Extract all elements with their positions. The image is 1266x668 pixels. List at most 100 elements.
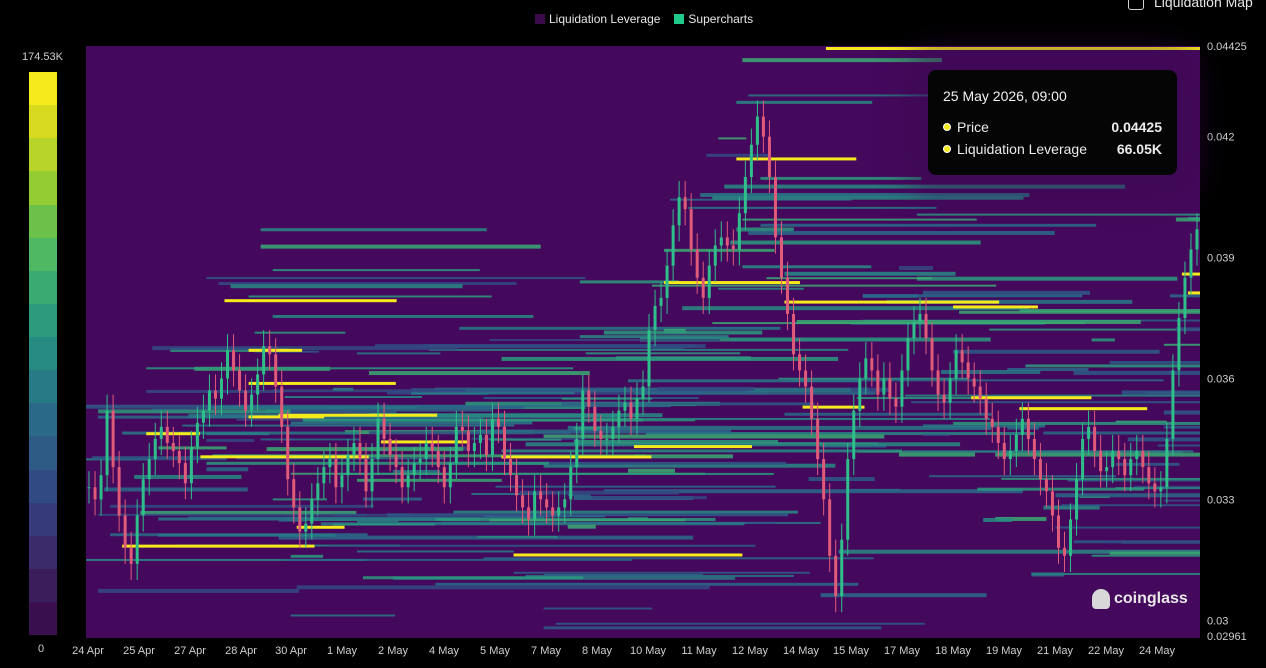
liquidation-band [730,240,981,245]
liquidation-band [1055,526,1200,529]
liquidation-band [983,517,1012,522]
liquidation-band [260,438,361,441]
liquidation-band [1091,554,1200,557]
x-axis: 24 Apr 25 Apr 27 Apr 28 Apr 30 Apr 1 May 2 May… [72,645,1175,657]
liquidation-band [700,193,1030,198]
price-candle [737,213,741,250]
liquidation-band-high [1187,291,1200,295]
liquidation-band [555,622,925,625]
price-candle [888,378,892,399]
x-tick-label: 7 May [531,645,561,657]
liquidation-band [916,213,1200,216]
liquidation-band [1121,390,1200,395]
price-candle [984,398,988,419]
price-candle [822,459,826,500]
price-candle [286,426,290,480]
liquidation-band-high [248,381,396,385]
liquidation-band-high [513,553,743,557]
liquidation-band [820,593,987,598]
liquidation-band [98,409,291,414]
liquidation-band [182,424,515,427]
price-candle [599,430,603,439]
price-candle [593,406,597,431]
price-candle [503,426,507,460]
price-candle [99,475,103,500]
price-candle [1177,318,1181,371]
price-candle [358,442,362,460]
liquidation-band [742,265,872,269]
x-tick-label: 25 Apr [123,645,155,657]
liquidation-band [1127,437,1200,442]
liquidation-band [585,352,741,355]
x-tick-label: 21 May [1037,645,1074,657]
liquidation-band [748,230,1055,235]
liquidation-band-high [122,544,315,548]
dot-icon [943,123,951,131]
liquidation-band [1061,504,1200,507]
price-candle [274,354,278,387]
liquidation-band [98,588,300,593]
x-tick-label: 14 May [783,645,820,657]
liquidation-band [326,544,756,547]
price-candle [454,426,458,464]
x-tick-label: 10 May [630,645,667,657]
price-candle [171,442,175,452]
x-tick-label: 24 Apr [72,645,104,657]
liquidation-band [248,295,492,298]
liquidation-band [916,276,1178,281]
price-candle [876,370,880,395]
price-candle [436,451,440,468]
price-candle [280,386,284,427]
price-candle [575,438,579,468]
liquidation-band [206,438,255,442]
x-tick-label: 18 May [935,645,972,657]
price-candle [1099,451,1103,472]
price-candle [460,426,464,431]
y-tick-label: 0.036 [1207,373,1235,385]
price-candle [605,438,609,440]
y-tick-label: 0.042 [1207,132,1235,144]
liquidation-band [923,433,950,436]
price-candle [749,144,753,177]
price-candle [1069,519,1073,556]
price-candle [689,209,693,250]
price-candle [496,418,500,427]
liquidation-band [1163,499,1200,502]
x-tick-label: 30 Apr [275,645,307,657]
liquidation-band [158,533,336,537]
price-candle [153,438,157,460]
liquidation-band [206,277,586,280]
y-tick-label: 0.02961 [1207,631,1247,643]
price-candle [424,442,428,460]
dot-icon [943,145,951,153]
liquidation-band [766,277,932,280]
price-candle [1093,426,1097,452]
price-candle [960,350,964,363]
price-candle [719,237,723,246]
liquidation-band [146,367,574,370]
price-candle [466,430,470,452]
price-candle [1038,459,1042,480]
price-candle [677,197,681,226]
liquidation-band-high [784,300,1000,304]
price-candle [400,467,404,488]
liquidation-band [290,554,324,558]
price-candle [665,265,669,298]
price-candle [310,499,314,524]
price-candle [322,467,326,484]
price-candle [370,459,374,492]
price-candle [527,507,531,520]
x-tick-label: 19 May [986,645,1023,657]
liquidation-band [489,519,686,522]
price-candle [515,475,519,496]
liquidation-band [910,401,1200,404]
price-candle [448,463,452,488]
liquidation-band [266,408,492,412]
liquidation-band [1103,541,1200,544]
price-candle [707,265,711,298]
liquidation-band-top [826,47,1200,50]
liquidation-band [784,271,956,276]
liquidation-band [356,478,502,482]
price-candle [846,459,850,540]
liquidation-band [242,405,671,408]
